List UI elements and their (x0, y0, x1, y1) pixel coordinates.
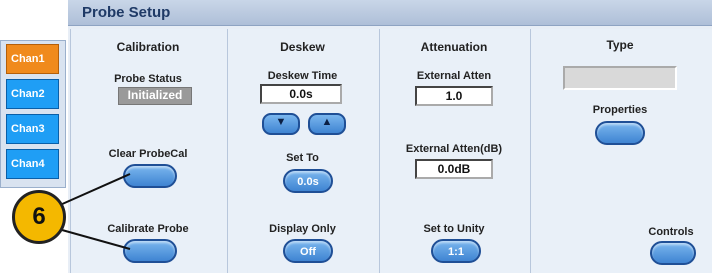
callout-lines (59, 173, 131, 250)
callout-number-badge: 6 (12, 190, 66, 244)
